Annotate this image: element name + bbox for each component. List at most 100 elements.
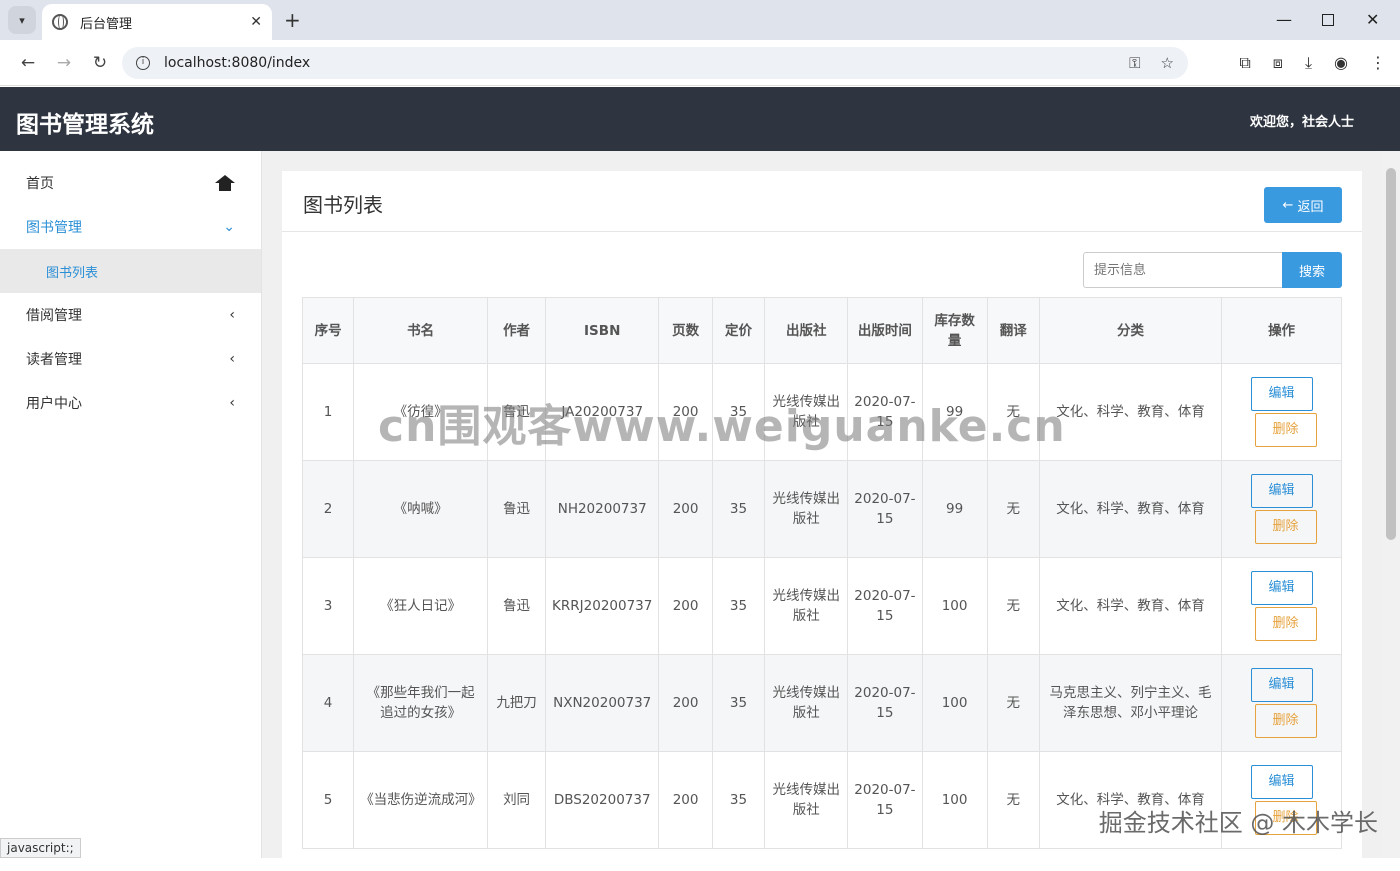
cell-publisher: 光线传媒出版社 [765,461,848,558]
cell-category: 马克思主义、列宁主义、毛泽东思想、邓小平理论 [1039,655,1221,752]
back-arrow-icon[interactable]: ← [14,53,42,73]
table-header-cell: 翻译 [987,298,1039,364]
book-table: 序号书名作者ISBN页数定价出版社出版时间库存数量翻译分类操作 1《彷徨》鲁迅J… [302,297,1342,849]
home-icon [215,175,235,191]
reload-icon[interactable]: ↻ [86,53,114,73]
cell-no: 1 [303,364,354,461]
cell-stock: 100 [922,655,987,752]
extensions-icon[interactable]: ⧈ [1273,53,1283,73]
delete-button[interactable]: 删除 [1255,413,1317,447]
table-header-cell: 序号 [303,298,354,364]
cell-name: 《当悲伤逆流成河》 [354,752,488,849]
search-input[interactable] [1083,252,1283,288]
sidebar-item-label: 用户中心 [26,393,82,413]
key-icon[interactable]: ⚿ [1129,54,1140,72]
back-button-label: 返回 [1297,196,1323,215]
edit-button[interactable]: 编辑 [1251,377,1313,411]
edit-button[interactable]: 编辑 [1251,668,1313,702]
table-header-cell: 定价 [712,298,764,364]
bookmark-star-icon[interactable]: ☆ [1161,54,1174,72]
chevron-left-icon: ‹ [229,351,235,367]
sidebar-item-reader-mgmt[interactable]: 读者管理 ‹ [0,337,261,381]
cell-price: 35 [712,558,764,655]
table-header-row: 序号书名作者ISBN页数定价出版社出版时间库存数量翻译分类操作 [303,298,1342,364]
cell-isbn: NH20200737 [546,461,659,558]
cell-name: 《狂人日记》 [354,558,488,655]
sidebar-item-book-mgmt[interactable]: 图书管理 ⌄ [0,205,261,249]
cell-price: 35 [712,655,764,752]
table-header-cell: 页数 [659,298,713,364]
cell-price: 35 [712,461,764,558]
scroll-thumb[interactable] [1386,168,1396,540]
table-header-cell: 作者 [488,298,546,364]
maximize-icon[interactable] [1322,14,1334,26]
cell-translate: 无 [987,655,1039,752]
url-text[interactable]: localhost:8080/index [164,55,1109,71]
window-close-icon[interactable]: ✕ [1366,10,1379,29]
table-row: 3《狂人日记》鲁迅KRRJ2020073720035光线传媒出版社2020-07… [303,558,1342,655]
menu-dots-icon[interactable]: ⋮ [1370,53,1386,73]
app-title: 图书管理系统 [16,105,154,139]
forward-arrow-icon[interactable]: → [50,53,78,73]
cell-author: 鲁迅 [488,461,546,558]
edit-button[interactable]: 编辑 [1251,765,1313,799]
page-title: 图书列表 [303,189,383,218]
sidebar-subitem-book-list[interactable]: 图书列表 [0,249,261,293]
cell-author: 九把刀 [488,655,546,752]
browser-tab[interactable]: 后台管理 ✕ [42,4,272,40]
sidebar-item-label: 图书管理 [26,217,82,237]
cell-no: 4 [303,655,354,752]
minimize-icon[interactable]: — [1276,10,1292,29]
table-header-cell: 出版时间 [848,298,922,364]
table-header-cell: 书名 [354,298,488,364]
table-header-cell: 操作 [1222,298,1342,364]
delete-button[interactable]: 删除 [1255,607,1317,641]
profile-icon[interactable]: ◉ [1334,53,1348,73]
divider [282,231,1362,232]
address-bar[interactable]: i localhost:8080/index ⚿ ☆ [122,47,1188,79]
cell-category: 文化、科学、教育、体育 [1039,461,1221,558]
cell-stock: 100 [922,752,987,849]
cell-author: 刘同 [488,752,546,849]
edit-button[interactable]: 编辑 [1251,571,1313,605]
cell-category: 文化、科学、教育、体育 [1039,558,1221,655]
cell-translate: 无 [987,461,1039,558]
sidebar-item-label: 图书列表 [46,262,98,281]
site-info-icon[interactable]: i [136,56,150,70]
close-tab-icon[interactable]: ✕ [250,14,262,30]
table-header-cell: ISBN [546,298,659,364]
search-button[interactable]: 搜索 [1282,252,1342,288]
cell-isbn: NXN20200737 [546,655,659,752]
book-list-panel: 图书列表 ← 返回 搜索 序号书名作者ISBN页数定价出版社出版时间库存数量翻译… [282,171,1362,871]
download-icon[interactable]: ⤓ [1305,53,1312,73]
crop-icon[interactable]: ⧉ [1239,53,1250,73]
cell-actions: 编辑删除 [1222,558,1342,655]
welcome-text[interactable]: 欢迎您，社会人士 [1250,111,1354,130]
tab-search-button[interactable]: ▾ [8,6,36,34]
sidebar-item-user-center[interactable]: 用户中心 ‹ [0,381,261,425]
table-row: 2《呐喊》鲁迅NH2020073720035光线传媒出版社2020-07-159… [303,461,1342,558]
cell-name: 《那些年我们一起追过的女孩》 [354,655,488,752]
table-header-cell: 分类 [1039,298,1221,364]
edit-button[interactable]: 编辑 [1251,474,1313,508]
table-header-cell: 出版社 [765,298,848,364]
sidebar-item-home[interactable]: 首页 [0,161,261,205]
delete-button[interactable]: 删除 [1255,704,1317,738]
app-header: 图书管理系统 欢迎您，社会人士 [0,87,1400,151]
cell-author: 鲁迅 [488,558,546,655]
sidebar-item-borrow-mgmt[interactable]: 借阅管理 ‹ [0,293,261,337]
cell-stock: 100 [922,558,987,655]
page-scrollbar[interactable] [1382,151,1400,858]
watermark-corner: 掘金技术社区 @ 木木学长 [1099,803,1378,838]
delete-button[interactable]: 删除 [1255,510,1317,544]
cell-no: 3 [303,558,354,655]
new-tab-button[interactable]: + [284,8,301,32]
cell-isbn: DBS20200737 [546,752,659,849]
cell-publisher: 光线传媒出版社 [765,558,848,655]
table-row: 4《那些年我们一起追过的女孩》九把刀NXN2020073720035光线传媒出版… [303,655,1342,752]
cell-actions: 编辑删除 [1222,364,1342,461]
cell-date: 2020-07-15 [848,655,922,752]
status-bar: javascript:; [0,838,81,858]
cell-stock: 99 [922,461,987,558]
back-button[interactable]: ← 返回 [1264,187,1342,223]
